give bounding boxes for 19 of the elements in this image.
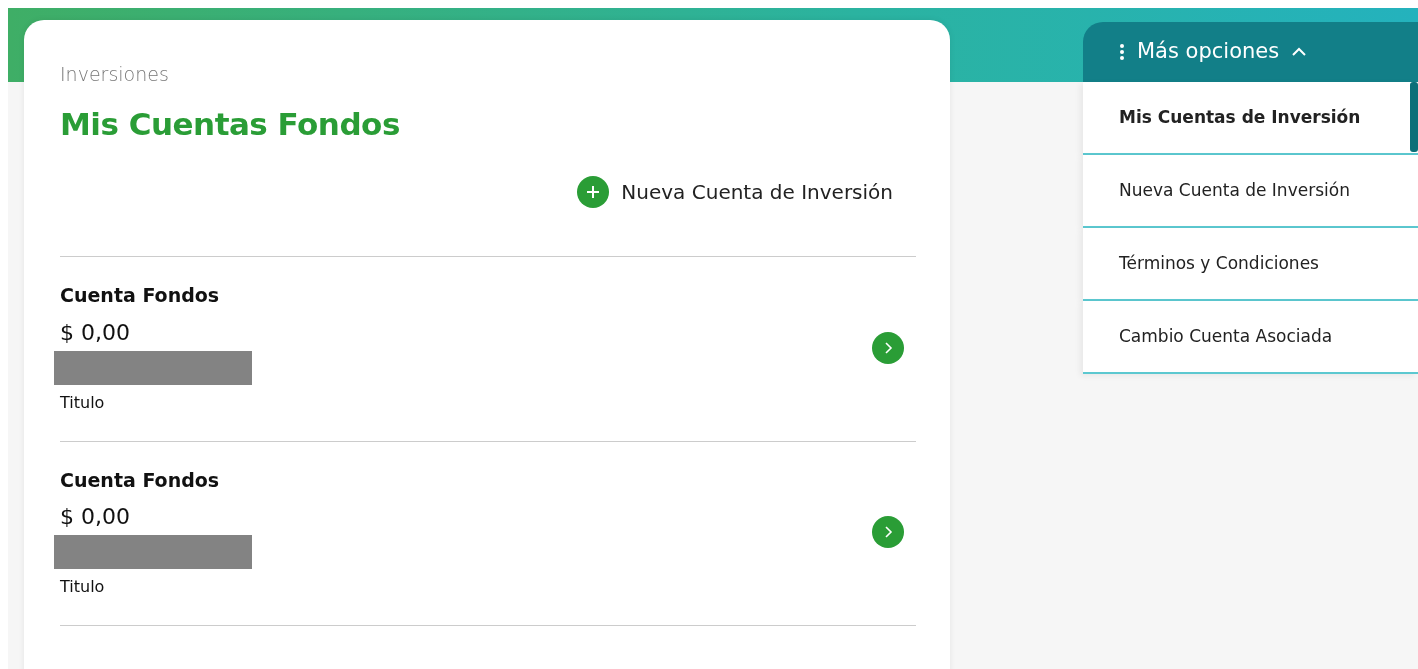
menu-item[interactable]: Nueva Cuenta de Inversión	[1083, 155, 1418, 228]
chevron-right-icon[interactable]	[872, 331, 904, 364]
menu-item[interactable]: Mis Cuentas de Inversión	[1083, 82, 1418, 155]
account-subtitle: Titulo	[60, 576, 106, 598]
more-vertical-icon	[1119, 43, 1125, 61]
plus-icon	[577, 176, 610, 208]
more-options-label: Más opciones	[1137, 38, 1280, 66]
account-balance: $ 0,00	[60, 503, 131, 531]
more-options-button[interactable]: Más opciones	[1083, 22, 1418, 82]
new-account-link[interactable]: Nueva Cuenta de Inversión	[571, 175, 899, 209]
breadcrumb: Inversiones	[60, 62, 170, 87]
page-title: Mis Cuentas Fondos	[60, 104, 401, 144]
chevron-right-icon[interactable]	[872, 516, 904, 549]
account-balance: $ 0,00	[60, 318, 131, 347]
menu-item[interactable]: Cambio Cuenta Asociada	[1083, 301, 1418, 374]
account-subtitle: Titulo	[60, 391, 106, 414]
menu-item[interactable]: Términos y Condiciones	[1083, 228, 1418, 301]
account-name: Cuenta Fondos	[60, 283, 221, 308]
account-name: Cuenta Fondos	[60, 467, 221, 493]
